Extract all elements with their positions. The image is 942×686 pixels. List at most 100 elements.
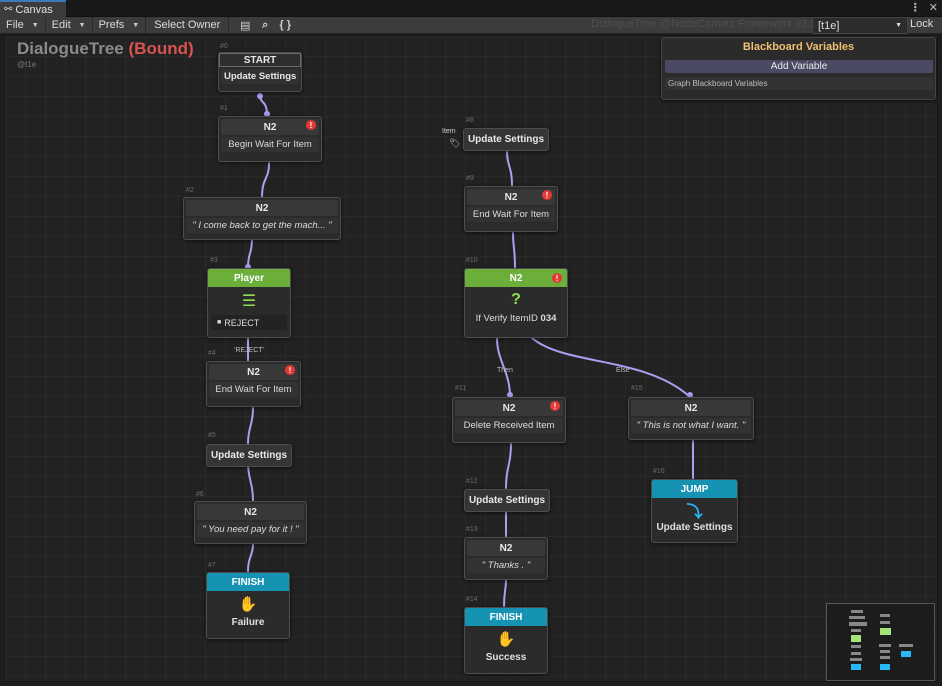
blackboard-panel: Blackboard Variables Add Variable Graph … [661, 37, 936, 100]
add-variable-button[interactable]: Add Variable [665, 60, 933, 73]
node-actor: N2 [221, 119, 319, 135]
node-actor: Player [208, 269, 290, 287]
node-actor: N2 [631, 400, 751, 416]
node-dialogue[interactable]: ! N2 Delete Received Item [452, 397, 566, 443]
error-icon: ! [285, 365, 295, 375]
node-jump[interactable]: JUMP ⤵ Update Settings [651, 479, 738, 543]
dropdown-arrow-icon: ▼ [895, 22, 902, 29]
canvas-tab-label: Canvas [15, 3, 53, 16]
document-icon[interactable]: ▤ [235, 17, 255, 34]
node-id: #2 [186, 187, 194, 194]
node-body: Update Settings [221, 69, 299, 84]
node-finish[interactable]: FINISH ✋ Failure [206, 572, 290, 639]
node-condition[interactable]: ! N2 ? If Verify ItemID 034 [464, 268, 568, 338]
minimap-node [851, 664, 861, 670]
dropdown-arrow-icon: ▼ [78, 21, 86, 29]
minimap-node [849, 622, 867, 626]
question-icon: ? [511, 291, 521, 308]
error-icon: ! [550, 401, 560, 411]
wire-4-5 [247, 407, 254, 445]
hand-icon: ✋ [238, 596, 258, 613]
node-id: #15 [631, 385, 643, 392]
canvas-tab-icon: ⚯ [4, 4, 13, 15]
minimap-node [879, 644, 891, 647]
minimap-node [851, 629, 861, 632]
graph-canvas[interactable]: DialogueTree (Bound) @t1e #0 START Updat… [4, 35, 938, 682]
node-start[interactable]: START Update Settings [218, 52, 302, 92]
node-action[interactable]: Update Settings [464, 489, 550, 512]
blackboard-title: Blackboard Variables [742, 41, 855, 53]
node-player-choice[interactable]: Player ☰ ■ REJECT [207, 268, 291, 338]
lock-toggle[interactable]: Lock [910, 18, 933, 30]
node-finish[interactable]: FINISH ✋ Success [464, 607, 548, 674]
braces-icon[interactable]: { } [275, 17, 295, 34]
minimap-node [880, 621, 890, 624]
node-id: #10 [466, 257, 478, 264]
edit-menu-button[interactable]: Edit ▼ [46, 16, 93, 34]
node-id: #6 [196, 491, 204, 498]
minimap-node [851, 610, 863, 613]
target-dropdown-value: [t1e] [818, 19, 840, 32]
node-body: End Wait For Item [209, 382, 298, 397]
condition-value: 034 [540, 313, 557, 324]
prefs-menu-button[interactable]: Prefs ▼ [93, 16, 147, 34]
bullet-icon: ■ [217, 319, 222, 326]
node-body: " Thanks . " [467, 558, 545, 573]
search-icon[interactable]: ⌕ [255, 17, 275, 34]
minimap-node [850, 658, 862, 661]
condition-text: If Verify ItemID 034 [465, 313, 567, 324]
choice-option[interactable]: ■ REJECT [211, 315, 287, 330]
minimap-node [880, 628, 891, 635]
node-dialogue[interactable]: ! N2 Begin Wait For Item [218, 116, 322, 162]
node-dialogue[interactable]: ! N2 End Wait For Item [464, 186, 558, 232]
node-id: #8 [466, 117, 474, 124]
tag-icon: 🏷 [449, 138, 461, 148]
port-dot [257, 93, 263, 99]
item-label: Item [442, 128, 456, 135]
node-body: End Wait For Item [467, 207, 555, 222]
node-body: " This is not what I want. " [631, 418, 751, 433]
node-actor: FINISH [465, 608, 547, 626]
start-label: START [219, 53, 301, 67]
port-label: Else [616, 367, 630, 374]
node-dialogue[interactable]: ! N2 End Wait For Item [206, 361, 301, 407]
file-menu-button[interactable]: File ▼ [0, 16, 46, 34]
finish-result: Success [485, 652, 527, 663]
file-menu-label: File [6, 19, 24, 31]
prefs-menu-label: Prefs [98, 19, 125, 31]
node-action[interactable]: Update Settings [463, 128, 549, 151]
wire-1-2 [261, 162, 270, 199]
node-body: " You need pay for it ! " [197, 522, 304, 537]
minimap-node [880, 656, 890, 659]
node-dialogue[interactable]: N2 " Thanks . " [464, 537, 548, 580]
hand-icon: ✋ [496, 631, 516, 648]
wire-6-7 [247, 543, 254, 573]
node-id: #13 [466, 526, 478, 533]
node-id: #5 [208, 432, 216, 439]
dropdown-arrow-icon: ▼ [31, 21, 39, 29]
minimap-node [880, 614, 890, 617]
framework-label: DialogueTree @NodeCanvas Framework v3.21 [591, 18, 823, 30]
minimap[interactable] [826, 603, 935, 681]
target-dropdown[interactable]: [t1e] ▼ [812, 17, 908, 34]
select-owner-button[interactable]: Select Owner [146, 16, 230, 34]
node-actor: JUMP [652, 480, 737, 498]
kebab-menu-icon[interactable]: ⋮ [910, 1, 921, 14]
close-icon[interactable]: ✕ [929, 1, 938, 14]
node-actor: N2 [197, 504, 304, 520]
node-dialogue[interactable]: N2 " You need pay for it ! " [194, 501, 307, 544]
choice-option-label: REJECT [224, 317, 260, 328]
wire-5-6 [247, 461, 254, 502]
wire-13-14 [503, 578, 507, 607]
error-icon: ! [552, 273, 562, 283]
canvas-tab[interactable]: ⚯ Canvas [0, 0, 66, 17]
error-icon: ! [542, 190, 552, 200]
jump-arrow-icon: ⤵ [686, 504, 703, 521]
node-action[interactable]: Update Settings [206, 444, 292, 467]
node-dialogue[interactable]: N2 " I come back to get the mach... " [183, 197, 341, 240]
graph-variables-header[interactable]: Graph Blackboard Variables [665, 77, 933, 90]
minimap-node [851, 645, 861, 648]
wire-10-15 [531, 337, 691, 398]
node-dialogue[interactable]: N2 " This is not what I want. " [628, 397, 754, 440]
node-id: #0 [220, 43, 228, 50]
